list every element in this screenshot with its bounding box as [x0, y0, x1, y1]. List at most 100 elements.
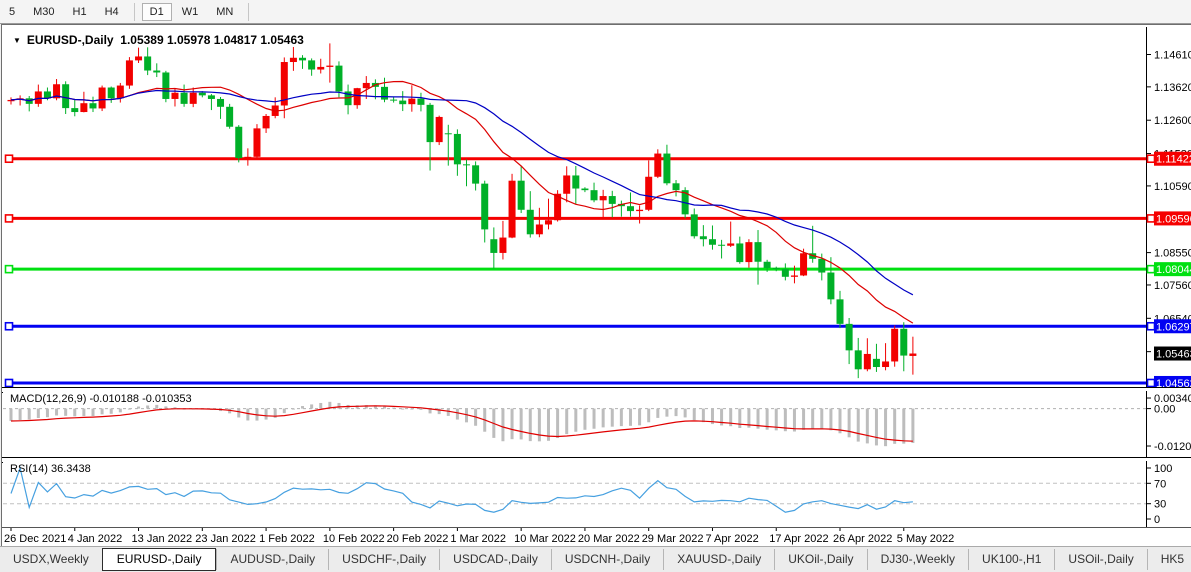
tab-dj30-weekly[interactable]: DJ30-,Weekly — [867, 549, 968, 570]
candle-body — [181, 93, 188, 104]
candle-body — [864, 354, 871, 369]
candle-body — [126, 60, 133, 85]
candle-body — [381, 87, 388, 100]
candle-body — [636, 210, 643, 211]
rsi-scale-label: 100 — [1154, 463, 1172, 475]
macd-bar — [829, 409, 832, 431]
level-handle[interactable] — [6, 155, 13, 162]
macd-bar — [456, 409, 459, 420]
macd-bar — [10, 409, 13, 421]
candle-body — [463, 164, 470, 165]
price-axis[interactable]: 1.146101.136201.126001.115801.105901.095… — [1146, 27, 1191, 387]
candle-body — [846, 324, 853, 350]
candle-body — [445, 133, 452, 134]
chart-window: ▼EURUSD-,Daily 1.05389 1.05978 1.04817 1… — [1, 24, 1191, 547]
level-handle[interactable] — [6, 379, 13, 386]
chart-dropdown-icon[interactable]: ▼ — [13, 36, 21, 45]
date-label: 29 Mar 2022 — [642, 533, 704, 545]
macd-bar — [693, 409, 696, 420]
macd-bar — [520, 409, 523, 440]
level-handle[interactable] — [1148, 323, 1155, 330]
date-label: 5 May 2022 — [897, 533, 954, 545]
level-handle[interactable] — [1148, 155, 1155, 162]
timeframe-button-h4[interactable]: H4 — [97, 3, 127, 21]
candle-body — [354, 88, 361, 105]
tab-usoil-daily[interactable]: USOil-,Daily — [1054, 549, 1146, 570]
candle-body — [709, 239, 716, 245]
candle-body — [217, 99, 224, 107]
macd-bar — [820, 409, 823, 429]
level-handle[interactable] — [6, 323, 13, 330]
macd-bar — [583, 409, 586, 430]
macd-bar — [19, 409, 22, 420]
macd-bar — [857, 409, 860, 442]
tab-usdx-weekly[interactable]: USDX,Weekly — [0, 549, 102, 570]
tab-audusd-daily[interactable]: AUDUSD-,Daily — [216, 549, 328, 570]
timeframe-button-5[interactable]: 5 — [1, 3, 23, 21]
macd-bar — [684, 409, 687, 418]
candle-body — [745, 242, 752, 262]
rsi-canvas[interactable] — [3, 461, 1146, 527]
timeframe-button-d1[interactable]: D1 — [142, 3, 172, 21]
macd-bar — [128, 409, 131, 410]
macd-bar — [91, 409, 94, 416]
candle-body — [35, 91, 42, 103]
candle-body — [663, 154, 670, 184]
candle-body — [472, 165, 479, 183]
macd-bar — [337, 403, 340, 409]
rsi-pane[interactable]: RSI(14) 36.3438 — [3, 461, 1146, 527]
level-handle[interactable] — [6, 266, 13, 273]
date-label: 23 Jan 2022 — [195, 533, 256, 545]
candle-body — [308, 60, 315, 69]
date-label: 17 Apr 2022 — [769, 533, 828, 545]
macd-bar — [55, 409, 58, 416]
level-handle[interactable] — [1148, 215, 1155, 222]
timeframe-button-m30[interactable]: M30 — [25, 3, 62, 21]
date-label: 4 Jan 2022 — [68, 533, 122, 545]
tab-ukoil-daily[interactable]: UKOil-,Daily — [774, 549, 866, 570]
candle-body — [171, 93, 178, 99]
tab-xauusd-daily[interactable]: XAUUSD-,Daily — [663, 549, 774, 570]
macd-bar — [811, 409, 814, 429]
macd-bar — [301, 406, 304, 409]
date-label: 20 Mar 2022 — [578, 533, 640, 545]
tab-uk100-h1[interactable]: UK100-,H1 — [968, 549, 1054, 570]
candle-body — [153, 71, 160, 73]
tab-usdchf-daily[interactable]: USDCHF-,Daily — [328, 549, 439, 570]
level-price-badge-text: 1.11422 — [1156, 154, 1191, 166]
timeframe-button-w1[interactable]: W1 — [174, 3, 207, 21]
ma-fast-red — [11, 82, 913, 324]
date-label: 26 Dec 2021 — [4, 533, 66, 545]
macd-bar — [556, 409, 559, 438]
macd-bar — [656, 409, 659, 418]
macd-bar — [511, 409, 514, 440]
macd-values: -0.010188 -0.010353 — [89, 393, 191, 405]
timeframe-toolbar: 5M30H1H4 D1W1MN — [0, 0, 1191, 24]
tab-usdcnh-daily[interactable]: USDCNH-,Daily — [551, 549, 663, 570]
candle-body — [736, 243, 743, 262]
tab-eurusd-daily[interactable]: EURUSD-,Daily — [102, 548, 217, 571]
toolbar-separator — [134, 3, 135, 21]
tab-hk5[interactable]: HK5 — [1147, 549, 1191, 570]
macd-bar — [410, 409, 413, 410]
candle-body — [909, 354, 916, 356]
tab-usdcad-daily[interactable]: USDCAD-,Daily — [439, 549, 551, 570]
timeframe-button-mn[interactable]: MN — [208, 3, 241, 21]
date-label: 10 Feb 2022 — [323, 533, 385, 545]
macd-bar — [893, 409, 896, 444]
macd-pane[interactable]: MACD(12,26,9) -0.010188 -0.010353 — [3, 391, 1146, 457]
candle-body — [536, 224, 543, 234]
level-handle[interactable] — [6, 215, 13, 222]
candlestick-chart-canvas[interactable] — [3, 27, 1146, 387]
candle-body — [390, 100, 397, 101]
macd-bar — [574, 409, 577, 432]
candle-body — [900, 329, 907, 356]
candle-body — [117, 86, 124, 99]
level-handle[interactable] — [1148, 266, 1155, 273]
macd-bar — [602, 409, 605, 428]
date-label: 1 Feb 2022 — [259, 533, 315, 545]
timeframe-button-h1[interactable]: H1 — [65, 3, 95, 21]
date-axis[interactable]: 26 Dec 20214 Jan 202213 Jan 202223 Jan 2… — [2, 527, 1191, 548]
level-handle[interactable] — [1148, 379, 1155, 386]
main-chart-pane[interactable] — [3, 27, 1146, 387]
